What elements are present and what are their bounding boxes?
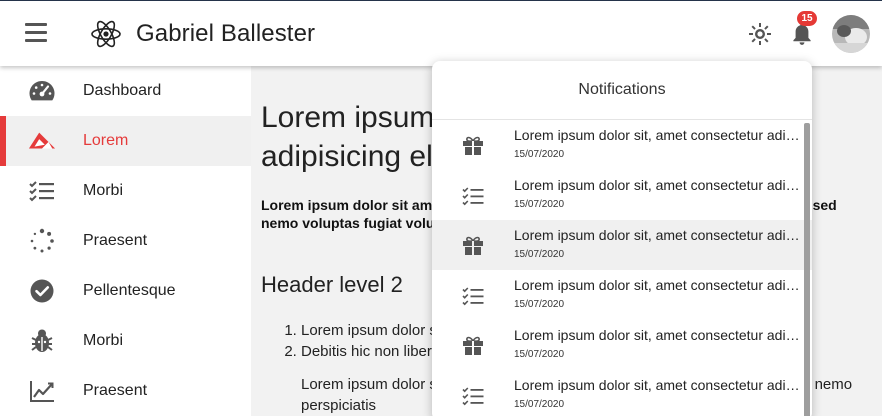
sidebar-item-label: Praesent bbox=[83, 232, 148, 249]
notification-title: Lorem ipsum dolor sit, amet consectetur … bbox=[514, 177, 802, 193]
page-scrollbar[interactable] bbox=[882, 0, 896, 416]
sidebar-item-morbi-2[interactable]: Morbi bbox=[0, 316, 251, 366]
gift-icon bbox=[461, 335, 485, 357]
sidebar-item-label: Morbi bbox=[83, 182, 124, 199]
red-logo-icon bbox=[28, 128, 56, 154]
dotted-circle-icon bbox=[28, 228, 56, 254]
notification-item[interactable]: Lorem ipsum dolor sit, amet consectetur … bbox=[432, 220, 812, 270]
notification-title: Lorem ipsum dolor sit, amet consectetur … bbox=[514, 127, 802, 143]
notification-title: Lorem ipsum dolor sit, amet consectetur … bbox=[514, 227, 802, 243]
notification-count-badge: 15 bbox=[797, 11, 817, 26]
react-atom-icon[interactable] bbox=[90, 18, 122, 50]
sidebar-item-label: Morbi bbox=[83, 332, 124, 349]
section-heading: Header level 2 bbox=[261, 272, 403, 297]
sidebar-item-pellentesque[interactable]: Pellentesque bbox=[0, 266, 251, 316]
bug-icon bbox=[28, 328, 56, 354]
checklist-icon bbox=[461, 385, 485, 407]
notification-item[interactable]: Lorem ipsum dolor sit, amet consectetur … bbox=[432, 270, 812, 320]
notifications-header: Notifications bbox=[432, 61, 812, 120]
sidebar: Dashboard Lorem Morbi Praesent Pellentes… bbox=[0, 66, 251, 416]
notification-title: Lorem ipsum dolor sit, amet consectetur … bbox=[514, 277, 802, 293]
chart-line-icon bbox=[28, 378, 56, 404]
notifications-panel: Notifications Lorem ipsum dolor sit, ame… bbox=[432, 61, 812, 416]
avatar[interactable] bbox=[832, 15, 870, 53]
notification-item[interactable]: Lorem ipsum dolor sit, amet consectetur … bbox=[432, 120, 812, 170]
gift-icon bbox=[461, 235, 485, 257]
checklist-icon bbox=[28, 178, 56, 204]
sidebar-item-label: Dashboard bbox=[83, 82, 162, 99]
notification-item[interactable]: Lorem ipsum dolor sit, amet consectetur … bbox=[432, 370, 812, 416]
menu-icon[interactable] bbox=[25, 23, 47, 43]
brightness-icon[interactable] bbox=[748, 22, 772, 46]
checklist-icon bbox=[461, 185, 485, 207]
check-circle-icon bbox=[28, 278, 56, 304]
notification-date: 15/07/2020 bbox=[514, 249, 565, 260]
notifications-scrollbar[interactable] bbox=[804, 123, 810, 416]
notification-date: 15/07/2020 bbox=[514, 149, 565, 160]
speedometer-icon bbox=[28, 78, 56, 104]
app-bar: Gabriel Ballester 15 bbox=[0, 0, 882, 66]
notification-date: 15/07/2020 bbox=[514, 199, 565, 210]
sidebar-item-label: Lorem bbox=[83, 132, 129, 149]
notification-date: 15/07/2020 bbox=[514, 399, 565, 410]
sidebar-item-dashboard[interactable]: Dashboard bbox=[0, 66, 251, 116]
sidebar-item-praesent-2[interactable]: Praesent bbox=[0, 366, 251, 416]
sidebar-item-label: Praesent bbox=[83, 382, 148, 399]
gift-icon bbox=[461, 135, 485, 157]
notification-item[interactable]: Lorem ipsum dolor sit, amet consectetur … bbox=[432, 320, 812, 370]
sidebar-item-lorem[interactable]: Lorem bbox=[0, 116, 251, 166]
app-title: Gabriel Ballester bbox=[136, 20, 316, 47]
notification-title: Lorem ipsum dolor sit, amet consectetur … bbox=[514, 377, 802, 393]
notification-title: Lorem ipsum dolor sit, amet consectetur … bbox=[514, 327, 802, 343]
sidebar-item-praesent[interactable]: Praesent bbox=[0, 216, 251, 266]
notification-date: 15/07/2020 bbox=[514, 299, 565, 310]
notifications-list: Lorem ipsum dolor sit, amet consectetur … bbox=[432, 120, 812, 416]
checklist-icon bbox=[461, 285, 485, 307]
notification-item[interactable]: Lorem ipsum dolor sit, amet consectetur … bbox=[432, 170, 812, 220]
notification-date: 15/07/2020 bbox=[514, 349, 565, 360]
sidebar-item-morbi[interactable]: Morbi bbox=[0, 166, 251, 216]
sidebar-item-label: Pellentesque bbox=[83, 282, 176, 299]
